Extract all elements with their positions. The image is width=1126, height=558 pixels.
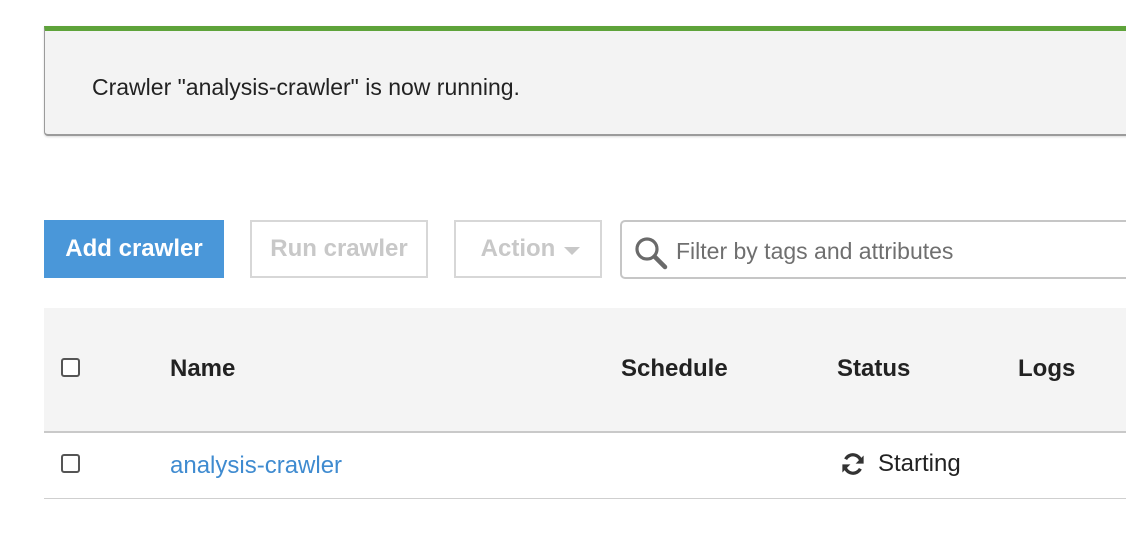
chevron-down-icon (564, 247, 580, 255)
add-crawler-button[interactable]: Add crawler (44, 220, 224, 278)
filter-search-input[interactable] (674, 230, 1118, 272)
column-header-schedule[interactable]: Schedule (621, 355, 728, 383)
crawler-table-header: Name Schedule Status Logs (44, 308, 1126, 433)
status-text: Starting (878, 450, 961, 477)
column-header-logs[interactable]: Logs (1018, 355, 1075, 383)
flash-message: Crawler "analysis-crawler" is now runnin… (92, 74, 520, 100)
status-cell: Starting (840, 450, 961, 478)
column-header-name[interactable]: Name (170, 355, 235, 383)
row-checkbox[interactable] (61, 454, 80, 473)
run-crawler-button[interactable]: Run crawler (250, 220, 428, 278)
select-all-checkbox[interactable] (61, 358, 80, 377)
column-header-status[interactable]: Status (837, 355, 910, 383)
success-flash-banner: Crawler "analysis-crawler" is now runnin… (44, 26, 1126, 136)
search-icon (635, 237, 668, 270)
filter-search-box[interactable] (620, 220, 1126, 279)
action-dropdown-label: Action (480, 235, 556, 262)
crawler-name-link[interactable]: analysis-crawler (170, 452, 342, 480)
table-row: analysis-crawler Starting (44, 434, 1126, 499)
action-dropdown-button[interactable]: Action (454, 220, 602, 278)
refresh-icon (842, 453, 864, 475)
